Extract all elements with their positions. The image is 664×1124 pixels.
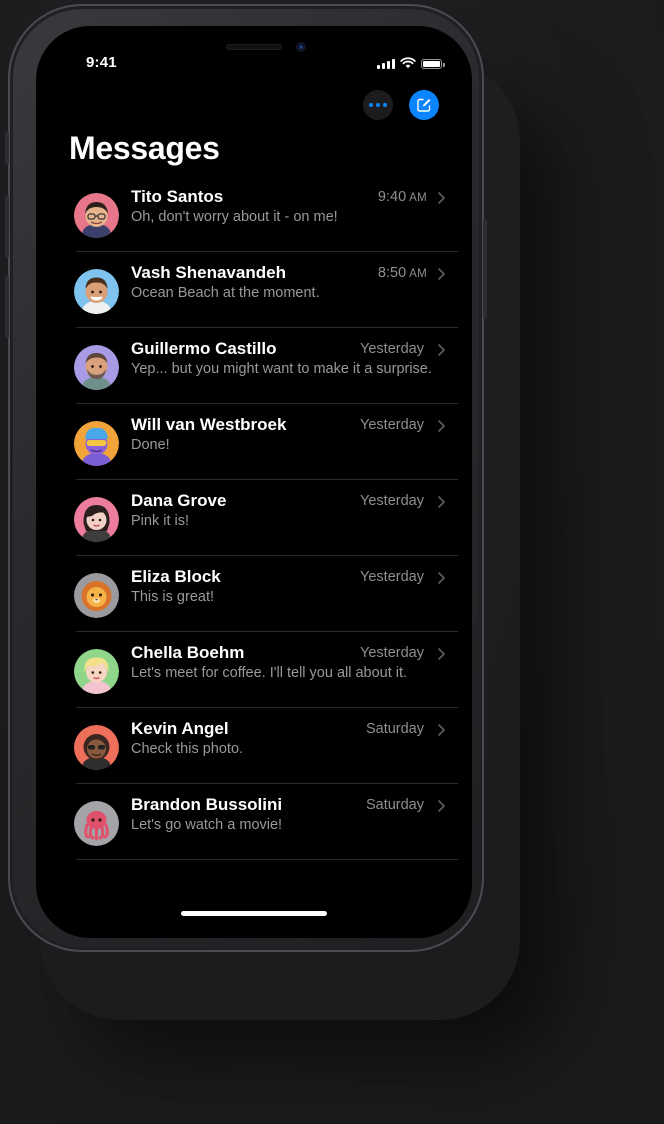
message-time: Yesterday: [360, 569, 424, 585]
message-preview: Done!: [131, 437, 170, 453]
message-time: 9:40 AM: [377, 189, 427, 205]
silent-switch: [5, 132, 9, 164]
message-time: Yesterday: [360, 493, 424, 509]
power-button: [483, 219, 487, 319]
avatar: [74, 193, 119, 238]
avatar: [74, 421, 119, 466]
conversation-row-vash-shenavandeh[interactable]: Vash Shenavandeh Ocean Beach at the mome…: [36, 252, 472, 328]
contact-name: Vash Shenavandeh: [131, 263, 286, 282]
status-bar-icons: [377, 57, 445, 69]
front-camera: [296, 42, 306, 52]
chevron-right-icon: [438, 268, 445, 280]
conversation-row-will-van-westbroek[interactable]: Will van Westbroek Done! Yesterday: [36, 404, 472, 480]
message-preview: Ocean Beach at the moment.: [131, 285, 320, 301]
message-time: 8:50 AM: [377, 265, 427, 281]
conversation-row-brandon-bussolini[interactable]: Brandon Bussolini Let's go watch a movie…: [36, 784, 472, 860]
message-time: Yesterday: [360, 645, 424, 661]
ellipsis-icon: [369, 103, 373, 107]
chevron-right-icon: [438, 724, 445, 736]
conversation-row-dana-grove[interactable]: Dana Grove Pink it is! Yesterday: [36, 480, 472, 556]
chevron-right-icon: [438, 344, 445, 356]
conversation-list: Tito Santos Oh, don't worry about it - o…: [36, 176, 472, 860]
background: 9:41 Messages Tito Santos Oh, don't worr…: [0, 0, 664, 1124]
conversation-row-chella-boehm[interactable]: Chella Boehm Let's meet for coffee. I'll…: [36, 632, 472, 708]
iphone-frame: 9:41 Messages Tito Santos Oh, don't worr…: [5, 4, 487, 952]
avatar: [74, 497, 119, 542]
chevron-right-icon: [438, 648, 445, 660]
contact-name: Kevin Angel: [131, 719, 229, 738]
more-options-button[interactable]: [363, 90, 393, 120]
message-preview: This is great!: [131, 589, 214, 605]
compose-icon: [417, 98, 431, 112]
conversation-row-kevin-angel[interactable]: Kevin Angel Check this photo. Saturday: [36, 708, 472, 784]
wifi-icon: [400, 57, 416, 69]
message-time: Saturday: [365, 721, 424, 737]
chevron-right-icon: [438, 192, 445, 204]
row-separator: [76, 859, 458, 860]
message-preview: Oh, don't worry about it - on me!: [131, 209, 338, 225]
volume-down-button: [5, 276, 9, 338]
contact-name: Eliza Block: [131, 567, 221, 586]
message-preview: Yep... but you might want to make it a s…: [131, 361, 432, 377]
phone-screen: 9:41 Messages Tito Santos Oh, don't worr…: [36, 26, 472, 938]
chevron-right-icon: [438, 572, 445, 584]
contact-name: Tito Santos: [131, 187, 224, 206]
compose-button[interactable]: [409, 90, 439, 120]
message-preview: Let's meet for coffee. I'll tell you all…: [131, 665, 408, 681]
cellular-signal-icon: [377, 58, 395, 69]
conversation-row-eliza-block[interactable]: Eliza Block This is great! Yesterday: [36, 556, 472, 632]
contact-name: Chella Boehm: [131, 643, 245, 662]
message-time: Saturday: [365, 797, 424, 813]
message-preview: Check this photo.: [131, 741, 244, 757]
message-time: Yesterday: [360, 341, 424, 357]
chevron-right-icon: [438, 496, 445, 508]
avatar: [74, 801, 119, 846]
avatar: [74, 725, 119, 770]
contact-name: Brandon Bussolini: [131, 795, 283, 814]
avatar: [74, 269, 119, 314]
contact-name: Guillermo Castillo: [131, 339, 277, 358]
earpiece-speaker: [226, 44, 282, 50]
avatar: [74, 573, 119, 618]
contact-name: Dana Grove: [131, 491, 227, 510]
home-indicator[interactable]: [181, 911, 327, 916]
message-preview: Pink it is!: [131, 513, 190, 529]
message-preview: Let's go watch a movie!: [131, 817, 283, 833]
contact-name: Will van Westbroek: [131, 415, 287, 434]
chevron-right-icon: [438, 420, 445, 432]
message-time: Yesterday: [360, 417, 424, 433]
battery-icon: [421, 59, 445, 69]
avatar: [74, 345, 119, 390]
page-title: Messages: [69, 130, 220, 166]
volume-up-button: [5, 196, 9, 258]
chevron-right-icon: [438, 800, 445, 812]
conversation-row-guillermo-castillo[interactable]: Guillermo Castillo Yep... but you might …: [36, 328, 472, 404]
status-bar-time: 9:41: [86, 54, 117, 71]
avatar: [74, 649, 119, 694]
conversation-row-tito-santos[interactable]: Tito Santos Oh, don't worry about it - o…: [36, 176, 472, 252]
